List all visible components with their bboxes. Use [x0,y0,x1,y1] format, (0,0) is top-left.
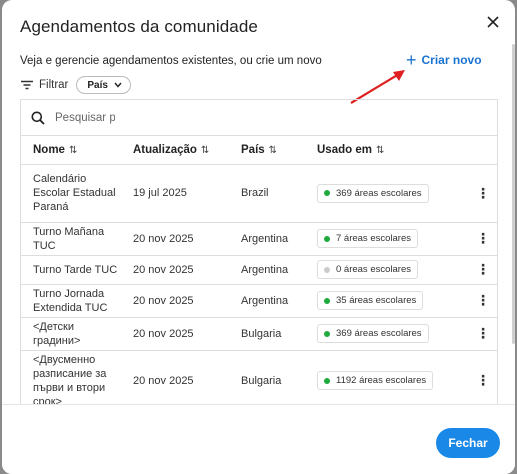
column-header-name[interactable]: Nome ⇅ [21,136,121,165]
search-icon [31,111,45,125]
scrollbar[interactable] [512,44,515,344]
sort-icon: ⇅ [268,144,278,156]
name-cell: Calendário Escolar Estadual Paraná [21,164,121,223]
table-row[interactable]: Turno Mañana TUC 20 nov 2025 Argentina 7 ár… [21,222,497,256]
plus-icon: + [406,50,417,70]
usage-label: 35 áreas escolares [336,295,417,306]
create-new-label: Criar novo [421,53,482,67]
close-button[interactable]: Fechar [436,428,500,458]
table-row[interactable]: Turno Tarde TUC 20 nov 2025 Argentina 0 áre… [21,255,497,285]
dialog-title: Agendamentos da comunidade [20,17,258,36]
filter-label: Filtrar [39,79,69,91]
schedules-table-container: Nome⇅ Atualização⇅ País⇅ Usado em⇅ Calen… [20,99,498,419]
usage-label: 0 áreas escolares [336,264,411,275]
status-dot-icon [324,297,330,304]
status-dot-icon [324,330,330,337]
country-chip-label: País [87,79,108,91]
community-schedules-dialog: Agendamentos da comunidade Veja e gerenc… [2,0,515,474]
usage-label: 7 áreas escolares [336,233,411,244]
usage-badge: 0 áreas escolares [317,260,418,279]
status-dot-icon [324,235,330,242]
table-row[interactable]: <Двусменно разписание за първи и втори с… [21,350,497,412]
country-cell: Argentina [229,284,305,318]
country-cell: Argentina [229,222,305,256]
table-row[interactable]: Turno Jornada Extendida TUC 20 nov 2025 Ar… [21,284,497,318]
country-cell: Brazil [229,164,305,223]
schedules-table: Nome ⇅ Atualização ⇅ País ⇅ Usado em ⇅ Calen… [21,136,497,419]
more-options-icon[interactable]: ⋮ [457,255,497,285]
more-options-icon[interactable]: ⋮ [457,222,497,256]
more-options-icon[interactable]: ⋮ [457,317,497,351]
more-options-icon[interactable]: ⋮ [457,164,497,223]
more-options-icon[interactable]: ⋮ [457,284,497,318]
search-bar [21,100,497,136]
status-dot-icon [324,190,330,196]
usage-badge: 369 áreas escolares [317,183,429,203]
name-cell: <Двусменно разписание за първи и втори с… [21,350,121,412]
status-dot-icon [324,377,330,384]
updated-cell: 19 jul 2025 [121,164,229,223]
country-cell: Bulgaria [229,317,305,351]
column-header-country[interactable]: País ⇅ [229,136,305,165]
status-dot-icon [324,266,330,273]
sort-icon: ⇅ [200,144,210,156]
column-header-updated[interactable]: Atualização ⇅ [121,136,229,165]
filter-icon [21,80,33,90]
more-options-icon[interactable]: ⋮ [457,350,497,412]
usage-badge: 1192 áreas escolares [317,371,434,390]
chevron-down-icon [114,82,122,88]
sort-icon: ⇅ [375,144,385,156]
usage-cell: 369 áreas escolares [305,317,457,351]
usage-cell: 35 áreas escolares [305,284,457,318]
table-header-row: Nome ⇅ Atualização ⇅ País ⇅ Usado em ⇅ [21,136,497,165]
filter-button[interactable]: Filtrar [20,79,68,91]
updated-cell: 20 nov 2025 [121,284,229,318]
name-cell: <Детски градини> [21,317,121,351]
country-cell: Argentina [229,255,305,285]
usage-label: 369 áreas escolares [336,187,422,199]
close-icon[interactable] [481,10,505,34]
usage-cell: 7 áreas escolares [305,222,457,256]
table-row[interactable]: <Детски градини> 20 nov 2025 Bulgaria 369 á… [21,317,497,351]
dialog-subtitle: Veja e gerencie agendamentos existentes,… [20,55,322,67]
usage-cell: 0 áreas escolares [305,255,457,285]
usage-label: 369 áreas escolares [336,328,422,339]
usage-cell: 369 áreas escolares [305,164,457,223]
updated-cell: 20 nov 2025 [121,350,229,412]
usage-cell: 1192 áreas escolares [305,350,457,412]
search-input[interactable] [55,111,115,124]
column-header-usage[interactable]: Usado em ⇅ [305,136,457,165]
updated-cell: 20 nov 2025 [121,255,229,285]
name-cell: Turno Tarde TUC [21,255,121,285]
sort-icon: ⇅ [68,144,78,156]
table-row[interactable]: Calendário Escolar Estadual Paraná 19 jul… [21,164,497,223]
filter-row: Filtrar País [20,76,131,94]
updated-cell: 20 nov 2025 [121,317,229,351]
name-cell: Turno Jornada Extendida TUC [21,284,121,318]
country-cell: Bulgaria [229,350,305,412]
create-new-button[interactable]: + Criar novo [406,50,482,70]
column-header-actions [457,136,497,165]
usage-badge: 7 áreas escolares [317,229,418,248]
updated-cell: 20 nov 2025 [121,222,229,256]
usage-badge: 35 áreas escolares [317,291,424,310]
name-cell: Turno Mañana TUC [21,222,121,256]
country-filter-chip[interactable]: País [76,76,131,94]
usage-badge: 369 áreas escolares [317,324,429,343]
usage-label: 1192 áreas escolares [336,375,427,386]
